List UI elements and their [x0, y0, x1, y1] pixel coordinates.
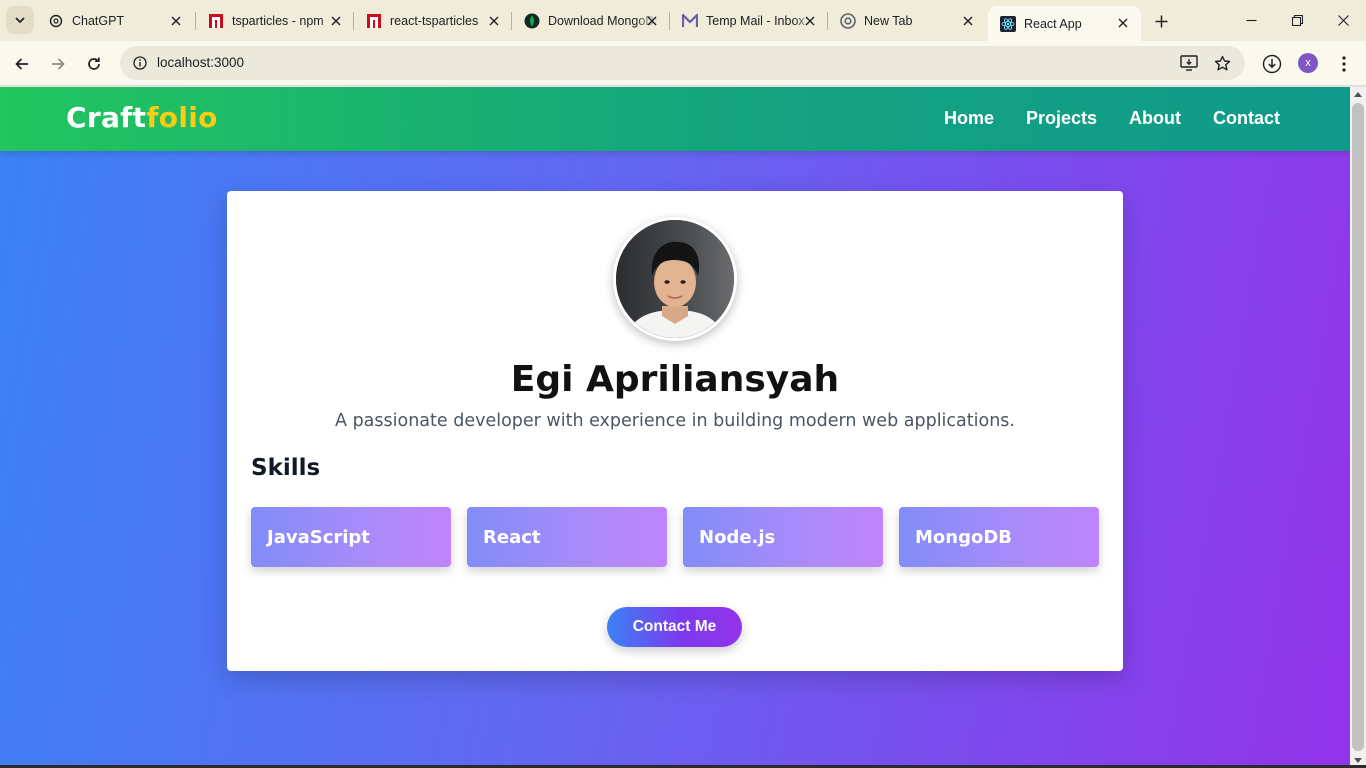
new-tab-button[interactable]: [1148, 8, 1174, 34]
install-app-icon[interactable]: [1178, 52, 1200, 74]
site-nav: Home Projects About Contact: [944, 108, 1280, 129]
tab-search-button[interactable]: [6, 6, 34, 34]
browser-tab[interactable]: New Tab: [828, 8, 986, 34]
close-window-button[interactable]: [1320, 0, 1366, 40]
close-icon[interactable]: [644, 13, 660, 29]
download-icon: [1262, 54, 1282, 74]
mongodb-icon: [524, 13, 540, 29]
tab-title: react-tsparticles: [390, 14, 479, 28]
chevron-down-icon: [15, 17, 25, 24]
profile-photo: [613, 217, 737, 341]
browser-tab-active[interactable]: React App: [988, 6, 1141, 41]
skill-card-react: React: [467, 507, 667, 567]
back-button[interactable]: [7, 49, 37, 79]
close-icon[interactable]: [486, 13, 502, 29]
npm-icon: [366, 13, 382, 29]
react-icon: [1000, 15, 1016, 32]
plus-icon: [1155, 15, 1167, 27]
site-info-icon[interactable]: [128, 51, 152, 75]
browser-tab[interactable]: ChatGPT: [36, 8, 194, 34]
scroll-down-icon[interactable]: [1354, 758, 1362, 764]
close-icon[interactable]: [802, 13, 818, 29]
profile-tagline: A passionate developer with experience i…: [335, 411, 1015, 431]
scroll-up-icon[interactable]: [1354, 91, 1362, 97]
restore-icon: [1291, 14, 1303, 26]
profile-card: Egi Apriliansyah A passionate developer …: [227, 191, 1123, 671]
contact-me-button[interactable]: Contact Me: [607, 607, 742, 647]
close-icon: [1337, 14, 1349, 26]
tab-strip: ChatGPT tsparticles - npm react-tspartic…: [0, 0, 1366, 41]
bookmark-star-icon[interactable]: [1211, 52, 1233, 74]
chrome-icon: [840, 13, 856, 29]
tab-title: React App: [1024, 16, 1082, 31]
tab-title: Temp Mail - Inbox: [706, 14, 805, 28]
minimize-icon: [1246, 19, 1256, 21]
nav-link-home[interactable]: Home: [944, 108, 994, 129]
nav-link-about[interactable]: About: [1129, 108, 1181, 129]
tab-title: Download MongoDB: [548, 14, 658, 28]
restore-button[interactable]: [1274, 0, 1320, 40]
close-icon[interactable]: [168, 13, 184, 29]
close-icon[interactable]: [960, 13, 976, 29]
logo-part-folio: folio: [146, 101, 218, 134]
browser-tab[interactable]: react-tsparticles: [354, 8, 512, 34]
browser-menu-button[interactable]: [1329, 49, 1359, 79]
reload-button[interactable]: [79, 49, 109, 79]
chatgpt-icon: [48, 13, 64, 29]
npm-icon: [208, 13, 224, 29]
address-bar[interactable]: localhost:3000: [120, 46, 1245, 80]
tab-title: tsparticles - npm: [232, 14, 324, 28]
close-icon[interactable]: [1115, 15, 1131, 31]
skill-card-mongodb: MongoDB: [899, 507, 1099, 567]
arrow-left-icon: [15, 58, 28, 70]
skill-card-nodejs: Node.js: [683, 507, 883, 567]
browser-toolbar: localhost:3000 x: [0, 41, 1366, 86]
page-scrollbar[interactable]: [1350, 87, 1366, 768]
browser-tab[interactable]: tsparticles - npm: [196, 8, 354, 34]
forward-button[interactable]: [43, 49, 73, 79]
minimize-button[interactable]: [1228, 0, 1274, 40]
nav-link-contact[interactable]: Contact: [1213, 108, 1280, 129]
reload-icon: [88, 57, 100, 70]
browser-tab[interactable]: Download MongoDB: [512, 8, 670, 34]
profile-avatar[interactable]: x: [1298, 53, 1318, 73]
nav-link-projects[interactable]: Projects: [1026, 108, 1097, 129]
skills-heading: Skills: [251, 455, 321, 481]
skill-card-javascript: JavaScript: [251, 507, 451, 567]
site-logo[interactable]: Craftfolio: [66, 101, 218, 134]
logo-part-craft: Craft: [66, 101, 147, 134]
close-icon[interactable]: [328, 13, 344, 29]
more-vertical-icon: [1342, 56, 1346, 72]
page-viewport: Craftfolio Home Projects About Contact E…: [0, 87, 1350, 768]
tempmail-icon: [682, 13, 698, 29]
scrollbar-thumb[interactable]: [1352, 103, 1364, 751]
arrow-right-icon: [52, 58, 65, 70]
tab-title: ChatGPT: [72, 14, 125, 28]
browser-tab[interactable]: Temp Mail - Inbox: [670, 8, 828, 34]
url-text[interactable]: localhost:3000: [157, 55, 244, 70]
downloads-button[interactable]: [1257, 49, 1287, 79]
site-header: Craftfolio Home Projects About Contact: [0, 87, 1350, 151]
tab-title: New Tab: [864, 14, 913, 28]
profile-name: Egi Apriliansyah: [510, 359, 840, 400]
